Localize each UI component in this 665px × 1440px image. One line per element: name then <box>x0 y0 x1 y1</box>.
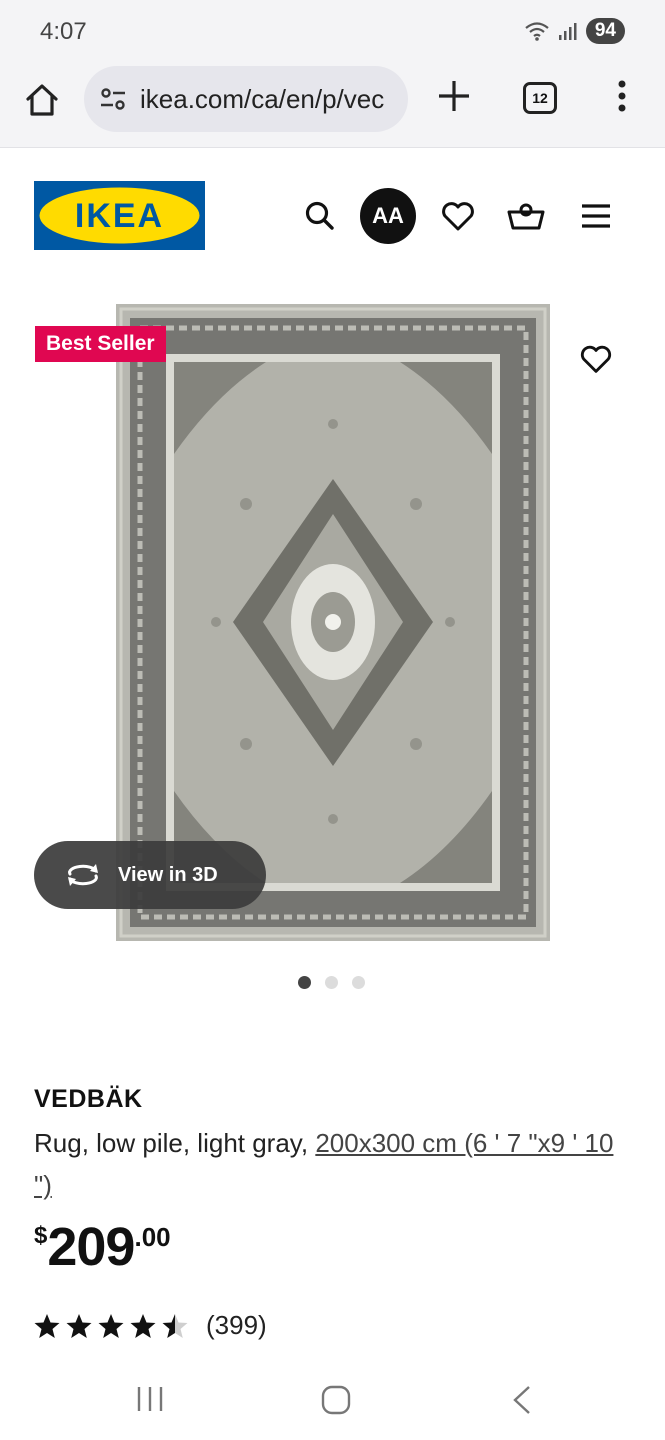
status-time: 4:07 <box>40 18 87 45</box>
search-icon[interactable] <box>300 196 340 236</box>
browser-toolbar: ikea.com/ca/en/p/vec 12 <box>0 62 665 148</box>
star-icon <box>130 1313 156 1338</box>
system-nav-bar <box>0 1360 665 1440</box>
carousel-dot-2[interactable] <box>325 976 338 989</box>
signal-icon <box>558 23 577 40</box>
ikea-logo-text: IKEA <box>75 197 164 235</box>
add-to-favorites-icon[interactable] <box>577 340 615 378</box>
ikea-logo[interactable]: IKEA <box>34 181 205 250</box>
avatar[interactable]: AA <box>360 188 416 244</box>
recent-apps-icon[interactable] <box>136 1384 164 1414</box>
product-rating[interactable]: (399) <box>34 1310 267 1341</box>
status-bar: 4:07 94 <box>0 0 665 62</box>
carousel-pagination <box>298 976 365 989</box>
star-icon <box>162 1313 188 1338</box>
site-settings-icon[interactable] <box>98 84 128 114</box>
wifi-icon <box>525 22 549 41</box>
new-tab-icon[interactable] <box>434 76 474 116</box>
review-count[interactable]: (399) <box>206 1310 267 1341</box>
more-menu-icon[interactable] <box>612 76 632 116</box>
carousel-dot-3[interactable] <box>352 976 365 989</box>
tab-switcher-icon[interactable]: 12 <box>523 82 557 114</box>
best-seller-badge: Best Seller <box>35 326 166 362</box>
url-text: ikea.com/ca/en/p/vec <box>140 83 385 114</box>
star-icon <box>98 1313 124 1338</box>
product-description: Rug, low pile, light gray, 200x300 cm (6… <box>34 1122 634 1206</box>
product-price: $209.00 <box>34 1216 171 1278</box>
price-decimal: .00 <box>134 1222 171 1252</box>
home-button-icon[interactable] <box>320 1384 352 1416</box>
home-icon[interactable] <box>22 80 62 120</box>
view-in-3d-button[interactable]: View in 3D <box>34 841 266 909</box>
hamburger-icon[interactable] <box>576 196 616 236</box>
product-image-carousel[interactable]: Best Seller View in 3D <box>0 278 665 998</box>
heart-icon[interactable] <box>438 196 478 236</box>
carousel-dot-1[interactable] <box>298 976 311 989</box>
back-icon[interactable] <box>510 1384 534 1416</box>
battery-indicator: 94 <box>585 18 625 44</box>
cart-icon[interactable] <box>506 196 546 236</box>
rotate-3d-icon <box>68 864 98 886</box>
address-bar[interactable]: ikea.com/ca/en/p/vec <box>84 66 408 132</box>
view-in-3d-label: View in 3D <box>118 863 218 886</box>
star-icon <box>34 1313 60 1338</box>
product-type: Rug, low pile, light gray, <box>34 1128 316 1158</box>
status-icons: 94 <box>524 18 625 44</box>
star-icon <box>66 1313 92 1338</box>
price-currency: $ <box>34 1222 48 1249</box>
rating-stars <box>34 1313 188 1339</box>
price-integer: 209 <box>47 1217 135 1277</box>
product-name: VEDBÄK <box>34 1085 143 1113</box>
site-header: IKEA AA <box>0 148 665 278</box>
